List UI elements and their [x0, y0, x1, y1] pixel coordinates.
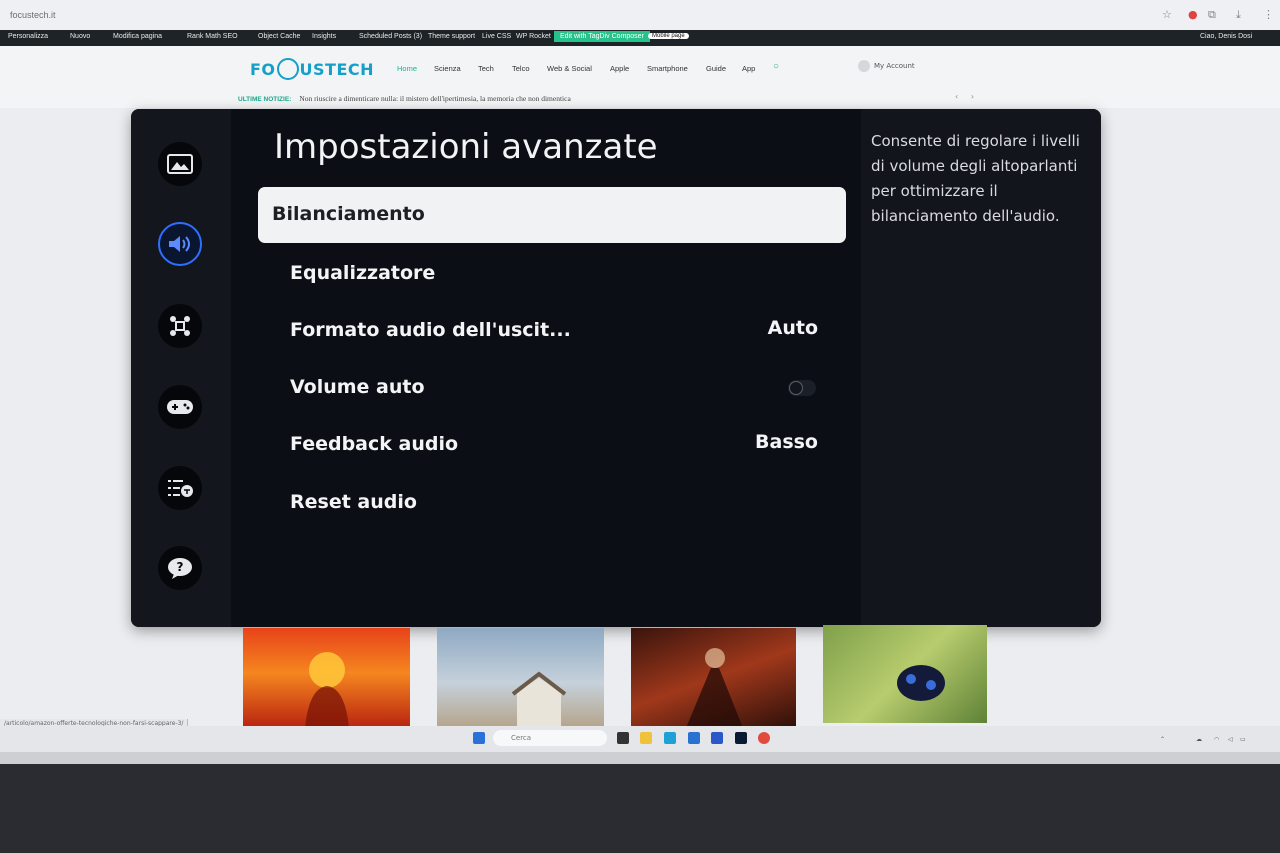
- account-link[interactable]: My Account: [858, 60, 915, 72]
- browser-chrome: focustech.it ☆ ● ⧉ ⤓ ⋮: [0, 0, 1280, 30]
- settings-list: Impostazioni avanzate Bilanciamento Equa…: [231, 109, 861, 627]
- menu-item-value: Basso: [755, 431, 818, 453]
- extensions-puzzle-icon[interactable]: ⧉: [1208, 8, 1216, 22]
- svg-text:?: ?: [177, 560, 184, 574]
- ticker-prev-icon[interactable]: ‹: [955, 92, 958, 101]
- menu-item-label: Reset audio: [290, 491, 417, 513]
- download-icon[interactable]: ⤓: [1236, 8, 1241, 22]
- volume-icon[interactable]: ◁: [1228, 736, 1233, 743]
- nav-home[interactable]: Home: [397, 64, 417, 73]
- menu-item-formato-audio[interactable]: Formato audio dell'uscit... Auto: [258, 303, 846, 359]
- gamepad-icon[interactable]: [158, 385, 202, 429]
- toggle-knob: [789, 381, 803, 395]
- logo-text-right: USTECH: [299, 60, 375, 79]
- monitor-bezel: [0, 752, 1280, 764]
- nav-scienza[interactable]: Scienza: [434, 64, 461, 73]
- ticker-arrows: ‹ ›: [955, 92, 974, 101]
- site-header: FO USTECH Home Scienza Tech Telco Web & S…: [0, 46, 1280, 108]
- menu-item-bilanciamento[interactable]: Bilanciamento: [258, 187, 846, 243]
- menu-item-value: Auto: [767, 317, 818, 339]
- picture-icon[interactable]: [158, 142, 202, 186]
- menu-item-label: Formato audio dell'uscit...: [290, 319, 571, 341]
- help-description: Consente di regolare i livelli di volume…: [871, 132, 1080, 225]
- taskbar-search[interactable]: Cerca: [493, 730, 607, 746]
- article-thumbnail[interactable]: [631, 628, 796, 728]
- logo-text-left: FO: [250, 60, 276, 79]
- search-icon[interactable]: ○: [773, 61, 779, 72]
- menu-item-equalizzatore[interactable]: Equalizzatore: [258, 246, 846, 302]
- tray-chevron-icon[interactable]: ⌃: [1160, 736, 1165, 743]
- menu-item-label: Feedback audio: [290, 433, 459, 455]
- start-icon[interactable]: [473, 732, 485, 744]
- wifi-icon[interactable]: ◠: [1214, 736, 1219, 743]
- store-icon[interactable]: [688, 732, 700, 744]
- nav-smartphone[interactable]: Smartphone: [647, 64, 688, 73]
- account-label: My Account: [874, 62, 915, 70]
- tray-cloud-icon[interactable]: ☁: [1196, 736, 1202, 743]
- wp-item-rankmath[interactable]: Rank Math SEO: [187, 33, 238, 40]
- menu-item-label: Bilanciamento: [272, 203, 425, 225]
- file-explorer-icon[interactable]: [640, 732, 652, 744]
- chrome-icon[interactable]: [758, 732, 770, 744]
- menu-item-volume-auto[interactable]: Volume auto: [258, 360, 846, 416]
- site-logo[interactable]: FO USTECH: [250, 57, 375, 80]
- edge-icon[interactable]: [664, 732, 676, 744]
- dropbox-icon[interactable]: [735, 732, 747, 744]
- nav-apple[interactable]: Apple: [610, 64, 629, 73]
- wp-item-scheduled[interactable]: Scheduled Posts (3): [359, 33, 422, 40]
- mobile-page-button[interactable]: Mobile page: [648, 33, 689, 39]
- wp-item-nuovo[interactable]: Nuovo: [70, 33, 90, 40]
- logo-globe-icon: [276, 57, 299, 80]
- nav-telco[interactable]: Telco: [512, 64, 530, 73]
- wp-item-theme[interactable]: Theme support: [428, 33, 475, 40]
- menu-item-reset-audio[interactable]: Reset audio: [258, 475, 846, 531]
- extension-icon[interactable]: ●: [1188, 8, 1198, 21]
- wp-item-insights[interactable]: Insights: [312, 33, 336, 40]
- nav-tech[interactable]: Tech: [478, 64, 494, 73]
- wp-admin-bar: Personalizza Nuovo Modifica pagina Rank …: [0, 30, 1280, 46]
- article-thumbnail[interactable]: [437, 628, 604, 728]
- wp-item-modifica[interactable]: Modifica pagina: [113, 33, 162, 40]
- nav-guide[interactable]: Guide: [706, 64, 726, 73]
- wp-item-personalizza[interactable]: Personalizza: [8, 33, 48, 40]
- taskbar-search-label: Cerca: [511, 734, 532, 742]
- bold-app-icon[interactable]: [711, 732, 723, 744]
- accessibility-icon[interactable]: [158, 466, 202, 510]
- ticker-next-icon[interactable]: ›: [971, 92, 974, 101]
- support-icon[interactable]: ?: [158, 546, 202, 590]
- news-ticker: ULTIME NOTIZIE: Non riuscire a dimenticar…: [238, 94, 571, 103]
- windows-taskbar: Cerca ⌃ ☁ ◠ ◁ ▭: [0, 726, 1280, 752]
- tv-settings-panel: ? Impostazioni avanzate Bilanciamento Eq…: [131, 109, 1101, 627]
- volume-auto-toggle[interactable]: [788, 380, 816, 396]
- background-room: [0, 764, 1280, 853]
- help-description-panel: Consente di regolare i livelli di volume…: [861, 109, 1101, 627]
- battery-icon[interactable]: ▭: [1240, 736, 1246, 743]
- nav-app[interactable]: App: [742, 64, 755, 73]
- article-thumbnail[interactable]: [823, 625, 987, 723]
- menu-item-label: Volume auto: [290, 376, 425, 398]
- edit-tagdiv-button[interactable]: Edit with TagDiv Composer: [554, 31, 650, 42]
- page-title: Impostazioni avanzate: [274, 127, 658, 167]
- bookmark-star-icon[interactable]: ☆: [1162, 8, 1172, 21]
- wp-item-wprocket[interactable]: WP Rocket: [516, 33, 551, 40]
- menu-item-feedback-audio[interactable]: Feedback audio Basso: [258, 417, 846, 473]
- wp-item-objectcache[interactable]: Object Cache: [258, 33, 300, 40]
- settings-category-rail: ?: [131, 109, 231, 627]
- ticker-label: ULTIME NOTIZIE:: [238, 96, 292, 103]
- sound-icon[interactable]: [158, 222, 202, 266]
- monitor-screen: focustech.it ☆ ● ⧉ ⤓ ⋮ Personalizza Nuov…: [0, 0, 1280, 758]
- ticker-headline[interactable]: Non riuscire a dimenticare nulla: il mis…: [299, 94, 570, 103]
- address-bar[interactable]: focustech.it: [10, 10, 56, 20]
- wp-item-livecss[interactable]: Live CSS: [482, 33, 511, 40]
- menu-dots-icon[interactable]: ⋮: [1263, 8, 1274, 21]
- connection-icon[interactable]: [158, 304, 202, 348]
- menu-item-label: Equalizzatore: [290, 262, 436, 284]
- article-thumbnail[interactable]: [243, 628, 410, 728]
- task-view-icon[interactable]: [617, 732, 629, 744]
- nav-web-social[interactable]: Web & Social: [547, 64, 592, 73]
- avatar: [858, 60, 870, 72]
- wp-greeting[interactable]: Ciao, Denis Dosi: [1200, 33, 1252, 40]
